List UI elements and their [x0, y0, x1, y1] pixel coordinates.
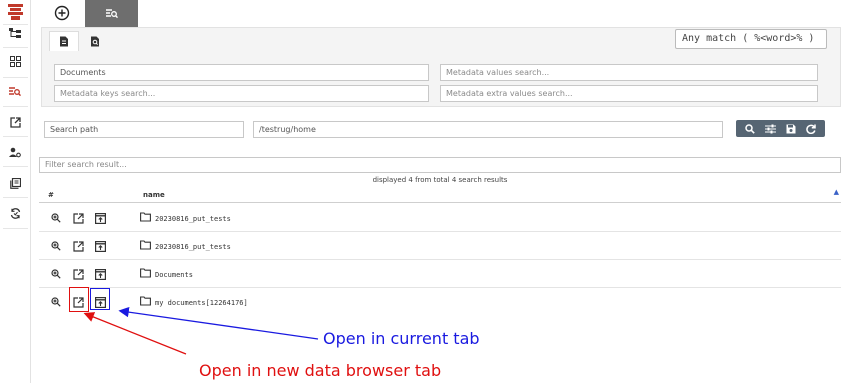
tab-metadata-search[interactable] — [80, 31, 110, 51]
column-header-index[interactable]: # — [48, 191, 54, 199]
zoom-icon[interactable] — [49, 211, 63, 225]
row-name[interactable]: 20230816_put_tests — [155, 243, 231, 251]
open-current-tab-icon[interactable] — [93, 211, 107, 225]
filter-settings-icon[interactable] — [764, 123, 776, 135]
row-name[interactable]: Documents — [155, 271, 193, 279]
open-new-tab-icon[interactable] — [71, 239, 85, 253]
open-new-tab-icon[interactable] — [71, 211, 85, 225]
top-tab-strip — [32, 0, 850, 27]
refresh-icon[interactable] — [805, 123, 817, 135]
match-mode-select[interactable]: Any match ( %<word>% ) — [675, 29, 827, 49]
search-list-icon — [105, 8, 118, 18]
zoom-icon[interactable] — [49, 239, 63, 253]
current-tab-annotation: Open in current tab — [323, 329, 480, 348]
open-current-tab-icon[interactable] — [93, 239, 107, 253]
current-tab-highlight-box — [90, 288, 110, 310]
tab-document-search[interactable] — [49, 31, 79, 51]
folder-icon — [140, 296, 151, 306]
open-current-tab-icon[interactable] — [93, 267, 107, 281]
search-tab[interactable] — [85, 0, 138, 27]
table-row: 20230816_put_tests — [39, 204, 841, 232]
add-tab-icon[interactable] — [54, 5, 70, 21]
search-path-input[interactable]: /testrug/home — [253, 121, 723, 138]
results-table-header: # name ▲ — [39, 186, 841, 203]
app-logo — [8, 4, 23, 20]
user-settings-icon[interactable] — [6, 143, 24, 161]
filter-results-input[interactable]: Filter search result... — [39, 157, 841, 173]
sort-ascending-icon[interactable]: ▲ — [834, 188, 839, 196]
zoom-icon[interactable] — [49, 267, 63, 281]
open-new-tab-icon[interactable] — [71, 267, 85, 281]
folder-icon — [140, 268, 151, 278]
search-actions — [736, 120, 825, 137]
documents-field[interactable]: Documents — [54, 64, 429, 81]
row-name[interactable]: 20230816_put_tests — [155, 215, 231, 223]
tree-icon[interactable] — [6, 24, 24, 42]
results-summary: displayed 4 from total 4 search results — [372, 176, 508, 184]
document-icon — [60, 36, 68, 47]
new-tab-highlight-box — [69, 287, 89, 312]
zoom-icon[interactable] — [49, 295, 63, 309]
column-header-name[interactable]: name — [143, 191, 165, 199]
table-row: 20230816_put_tests — [39, 232, 841, 260]
search-list-icon[interactable] — [6, 83, 24, 101]
metadata-keys-input[interactable]: Metadata keys search... — [54, 85, 429, 102]
metadata-extra-input[interactable]: Metadata extra values search... — [440, 85, 818, 102]
folder-icon — [140, 212, 151, 222]
table-row: my documents[12264176] — [39, 288, 841, 316]
search-path-label: Search path — [44, 121, 244, 138]
search-icon[interactable] — [744, 123, 756, 135]
new-tab-annotation: Open in new data browser tab — [199, 361, 442, 380]
library-icon[interactable] — [6, 174, 24, 192]
document-search-icon — [91, 36, 99, 46]
metadata-values-input[interactable]: Metadata values search... — [440, 64, 818, 81]
left-navigation-rail — [0, 0, 31, 383]
open-external-icon[interactable] — [6, 113, 24, 131]
folder-icon — [140, 240, 151, 250]
table-row: Documents — [39, 260, 841, 288]
sync-icon[interactable] — [6, 204, 24, 222]
grid-icon[interactable] — [6, 52, 24, 70]
save-icon[interactable] — [785, 123, 797, 135]
row-name[interactable]: my documents[12264176] — [155, 299, 248, 307]
new-tab-arrow — [83, 312, 187, 355]
